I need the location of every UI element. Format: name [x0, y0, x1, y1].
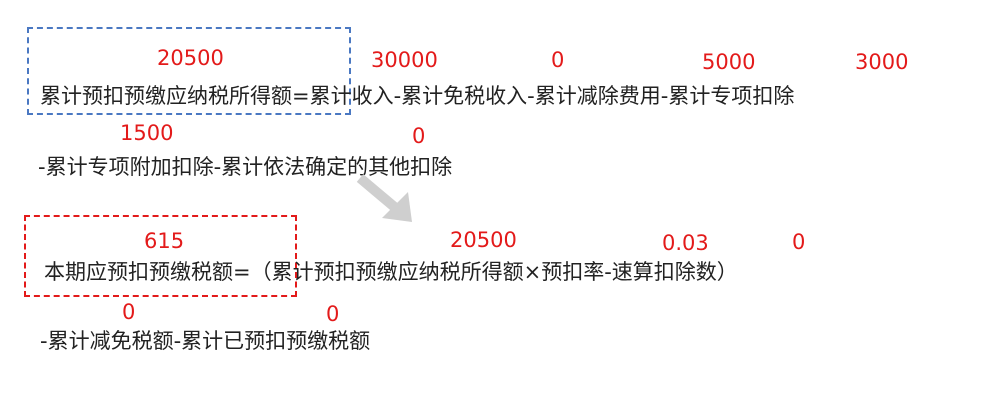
- value-other-deduction: 0: [412, 124, 426, 148]
- value-special-additional-deduction: 1500: [120, 121, 174, 145]
- formula2-line2: -累计减免税额-累计已预扣预缴税额: [40, 329, 371, 353]
- formula1-line1: 累计预扣预缴应纳税所得额=累计收入-累计免税收入-累计减除费用-累计专项扣除: [40, 84, 795, 108]
- value-tax-reduction: 0: [122, 300, 136, 324]
- value-deduction-expenses: 5000: [702, 50, 756, 74]
- value-taxable-income: 20500: [157, 46, 224, 70]
- value-withholding-rate: 0.03: [662, 231, 709, 255]
- arrow-down-right-icon: [356, 174, 412, 222]
- value-quick-deduction: 0: [792, 230, 806, 254]
- value-tax-free-income: 0: [551, 48, 565, 72]
- value-taxable-income-2: 20500: [450, 228, 517, 252]
- value-cumulative-income: 30000: [371, 48, 438, 72]
- value-prepaid-tax: 0: [326, 302, 340, 326]
- formula2-line1: 本期应预扣预缴税额=（累计预扣预缴应纳税所得额×预扣率-速算扣除数）: [44, 260, 738, 284]
- value-special-deduction: 3000: [855, 50, 909, 74]
- value-current-tax: 615: [144, 229, 185, 253]
